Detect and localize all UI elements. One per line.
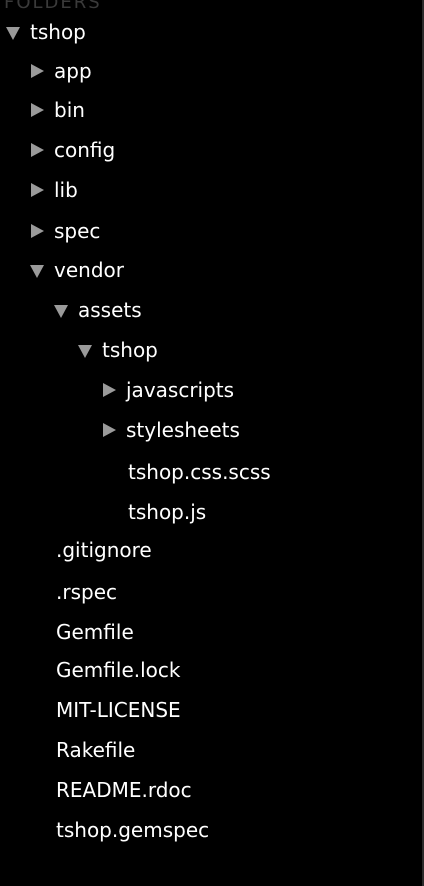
- tree-item-label: tshop: [102, 338, 158, 362]
- file-mit-license[interactable]: MIT-LICENSE: [0, 694, 422, 726]
- tree-item-label: .rspec: [56, 580, 117, 604]
- disclosure-triangle-down-icon[interactable]: [6, 24, 20, 40]
- file-rakefile[interactable]: Rakefile: [0, 734, 422, 766]
- file-tshop-css-scss[interactable]: tshop.css.scss: [0, 456, 422, 488]
- folder-stylesheets[interactable]: stylesheets: [0, 414, 422, 446]
- tree-item-label: lib: [54, 178, 78, 202]
- file-rspec[interactable]: .rspec: [0, 576, 422, 608]
- folder-lib[interactable]: lib: [0, 174, 422, 206]
- tree-item-label: spec: [54, 219, 101, 243]
- tree-item-label: Rakefile: [56, 738, 136, 762]
- folder-bin[interactable]: bin: [0, 94, 422, 126]
- tree-item-label: Gemfile: [56, 620, 134, 644]
- tree-item-label: bin: [54, 98, 85, 122]
- sidebar-panel: FOLDERS tshop app bin config lib spec ve…: [0, 0, 424, 886]
- tree-item-label: app: [54, 59, 92, 83]
- folder-tshop-assets[interactable]: tshop: [0, 334, 422, 366]
- tree-item-label: Gemfile.lock: [56, 658, 181, 682]
- tree-item-label: tshop.gemspec: [56, 818, 210, 842]
- disclosure-triangle-down-icon[interactable]: [30, 262, 44, 278]
- tree-item-label: MIT-LICENSE: [56, 698, 181, 722]
- disclosure-triangle-right-icon[interactable]: [30, 102, 44, 118]
- tree-item-label: tshop.css.scss: [128, 460, 271, 484]
- file-gitignore[interactable]: .gitignore: [0, 534, 422, 566]
- disclosure-triangle-right-icon[interactable]: [102, 422, 116, 438]
- folder-tshop-root[interactable]: tshop: [0, 16, 422, 48]
- file-gemfile[interactable]: Gemfile: [0, 616, 422, 648]
- tree-item-label: vendor: [54, 258, 124, 282]
- tree-item-label: javascripts: [126, 378, 235, 402]
- folder-spec[interactable]: spec: [0, 215, 422, 247]
- file-gemfile-lock[interactable]: Gemfile.lock: [0, 654, 422, 686]
- file-tshop-js[interactable]: tshop.js: [0, 496, 422, 528]
- folder-config[interactable]: config: [0, 134, 422, 166]
- disclosure-triangle-right-icon[interactable]: [30, 63, 44, 79]
- file-tshop-gemspec[interactable]: tshop.gemspec: [0, 814, 422, 846]
- file-readme-rdoc[interactable]: README.rdoc: [0, 774, 422, 806]
- tree-item-label: assets: [78, 298, 142, 322]
- tree-item-label: README.rdoc: [56, 778, 192, 802]
- disclosure-triangle-right-icon[interactable]: [30, 223, 44, 239]
- tree-item-label: stylesheets: [126, 418, 240, 442]
- tree-item-label: config: [54, 138, 116, 162]
- disclosure-triangle-right-icon[interactable]: [30, 142, 44, 158]
- disclosure-triangle-right-icon[interactable]: [30, 182, 44, 198]
- disclosure-triangle-down-icon[interactable]: [54, 302, 68, 318]
- folder-vendor[interactable]: vendor: [0, 254, 422, 286]
- sidebar-header: FOLDERS: [4, 0, 102, 13]
- tree-item-label: .gitignore: [56, 538, 152, 562]
- folder-javascripts[interactable]: javascripts: [0, 374, 422, 406]
- disclosure-triangle-right-icon[interactable]: [102, 382, 116, 398]
- tree-item-label: tshop.js: [128, 500, 207, 524]
- folder-app[interactable]: app: [0, 55, 422, 87]
- folder-assets[interactable]: assets: [0, 294, 422, 326]
- tree-item-label: tshop: [30, 20, 86, 44]
- disclosure-triangle-down-icon[interactable]: [78, 342, 92, 358]
